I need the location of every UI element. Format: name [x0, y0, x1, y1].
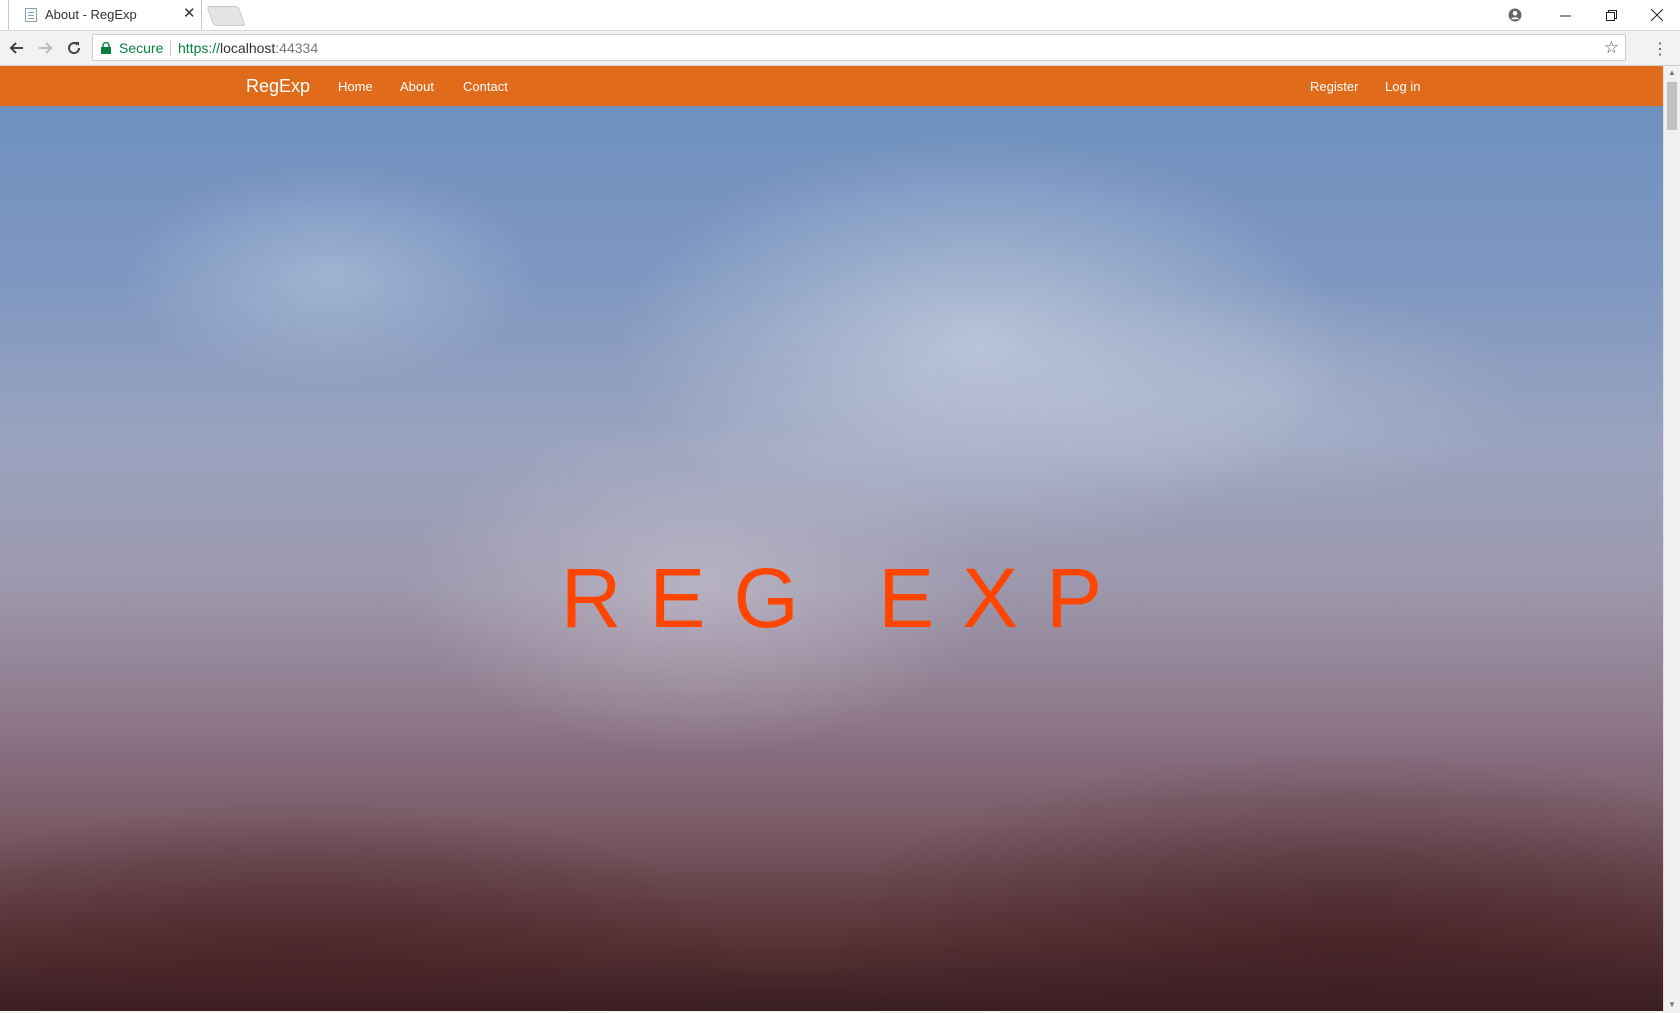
- secure-label: Secure: [119, 40, 164, 56]
- browser-tab[interactable]: About - RegExp ✕: [8, 0, 202, 30]
- minimize-icon[interactable]: [1542, 0, 1588, 30]
- scrollbar-thumb[interactable]: [1667, 82, 1677, 130]
- window-controls: [1542, 0, 1680, 30]
- nav-link-contact[interactable]: Contact: [463, 79, 508, 94]
- scroll-up-arrow-icon[interactable]: ▲: [1668, 68, 1676, 77]
- site-navbar: RegExp Home About Contact Register Log i…: [0, 66, 1663, 106]
- nav-link-login[interactable]: Log in: [1385, 79, 1420, 94]
- omnibox-divider: [170, 40, 171, 56]
- nav-link-register[interactable]: Register: [1310, 79, 1358, 94]
- lock-icon: [101, 41, 111, 59]
- new-tab-button[interactable]: [206, 6, 246, 26]
- restore-icon[interactable]: [1588, 0, 1634, 30]
- nav-link-about[interactable]: About: [400, 79, 434, 94]
- address-bar[interactable]: Secure https://localhost:44334 ☆: [92, 34, 1626, 61]
- url-port: :44334: [275, 40, 319, 56]
- url-text[interactable]: https://localhost:44334: [178, 40, 318, 56]
- hero-sky-background: REG EXP: [0, 66, 1663, 1011]
- page-viewport: REG EXP RegExp Home About Contact Regist…: [0, 66, 1663, 1011]
- nav-link-home[interactable]: Home: [338, 79, 373, 94]
- page-scrollbar[interactable]: ▲ ▼: [1663, 66, 1680, 1011]
- close-window-icon[interactable]: [1634, 0, 1680, 30]
- tab-title: About - RegExp: [45, 7, 137, 22]
- browser-menu-icon[interactable]: ⋮: [1652, 39, 1668, 59]
- brand-link[interactable]: RegExp: [246, 76, 310, 97]
- reload-icon[interactable]: [63, 37, 85, 59]
- url-host: localhost: [220, 40, 276, 56]
- hero-title: REG EXP: [560, 551, 1131, 645]
- forward-arrow-icon[interactable]: [34, 37, 56, 59]
- bookmark-star-icon[interactable]: ☆: [1604, 38, 1619, 58]
- back-arrow-icon[interactable]: [6, 37, 28, 59]
- tab-close-icon[interactable]: ✕: [183, 5, 196, 23]
- url-scheme: https://: [178, 40, 221, 56]
- browser-toolbar: Secure https://localhost:44334 ☆ ⋮: [0, 31, 1680, 66]
- scroll-down-arrow-icon[interactable]: ▼: [1668, 1000, 1676, 1009]
- browser-titlebar: About - RegExp ✕: [0, 0, 1680, 31]
- page-favicon-icon: [25, 8, 37, 22]
- profile-icon[interactable]: [1505, 5, 1525, 25]
